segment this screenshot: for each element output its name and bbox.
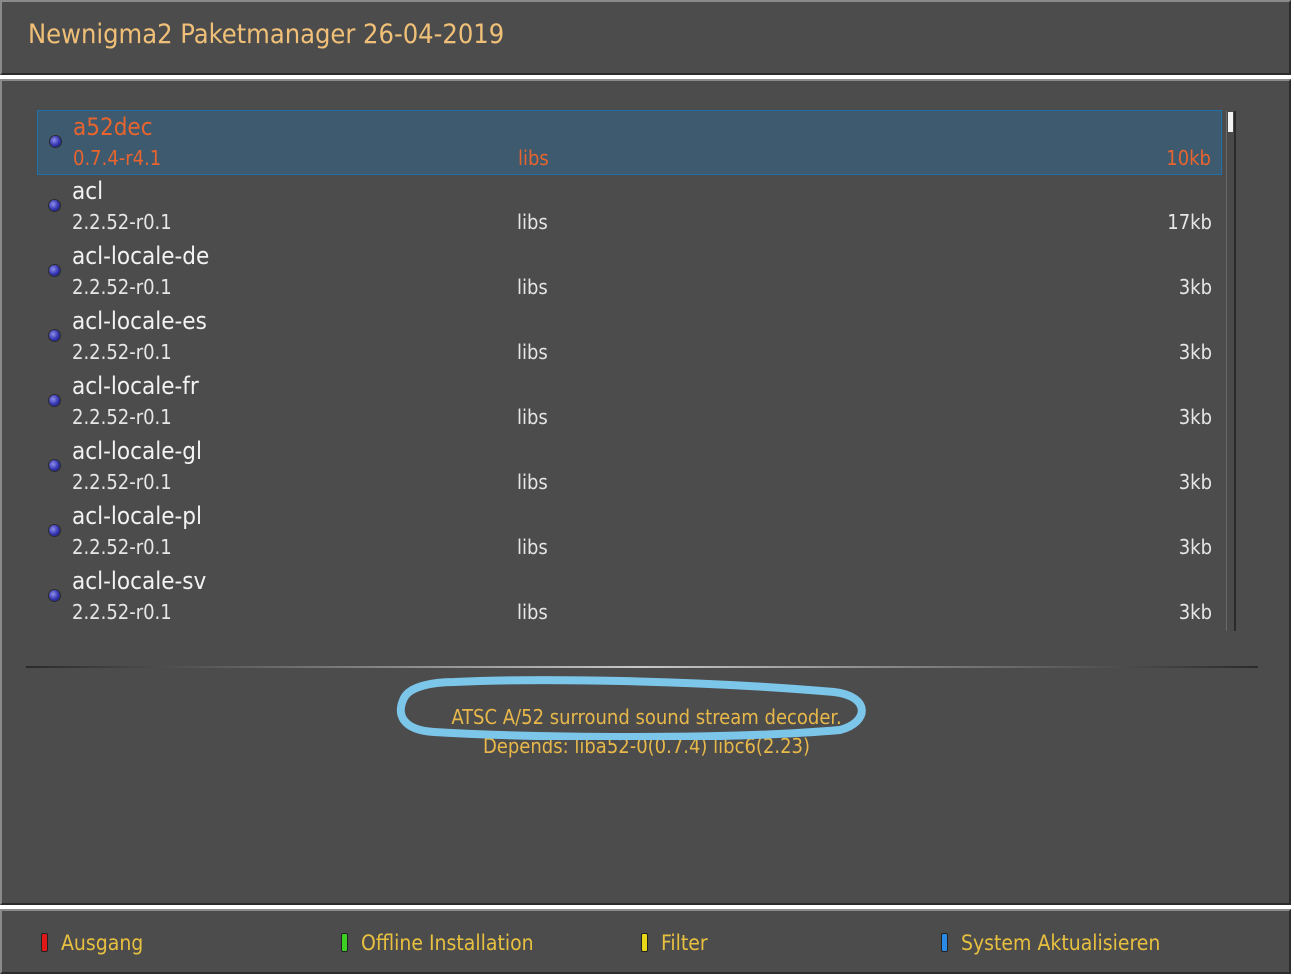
package-section: libs [517,535,548,559]
package-section: libs [517,340,548,364]
green-key-icon [341,933,348,952]
package-version: 0.7.4-r4.1 [73,146,162,170]
package-status-bullet-icon [49,265,60,276]
package-row[interactable]: acl-locale-gl 2.2.52-r0.1 libs 3kb [37,435,1222,500]
package-size: 3kb [1178,340,1212,364]
package-dependencies: Depends: liba52-0(0.7.4) libc6(2.23) [482,734,811,758]
package-name: acl-locale-fr [72,372,199,400]
package-size: 3kb [1178,535,1212,559]
package-size: 17kb [1167,210,1212,234]
package-row[interactable]: acl-locale-fr 2.2.52-r0.1 libs 3kb [37,370,1222,435]
package-list[interactable]: a52dec 0.7.4-r4.1 libs 10kb acl 2.2.52-r… [37,110,1222,630]
package-status-bullet-icon [49,590,60,601]
package-row[interactable]: acl-locale-es 2.2.52-r0.1 libs 3kb [37,305,1222,370]
package-section: libs [518,146,549,170]
yellow-key-icon [641,933,648,952]
package-status-bullet-icon [49,395,60,406]
package-section: libs [517,405,548,429]
package-status-bullet-icon [49,330,60,341]
package-size: 3kb [1178,275,1212,299]
package-status-bullet-icon [49,200,60,211]
package-version: 2.2.52-r0.1 [72,405,172,429]
package-section: libs [517,600,548,624]
package-version: 2.2.52-r0.1 [72,470,172,494]
exit-button-label: Ausgang [61,931,144,955]
window-title: Newnigma2 Paketmanager 26-04-2019 [28,19,505,50]
filter-button-label: Filter [661,931,708,955]
package-version: 2.2.52-r0.1 [72,275,172,299]
divider [26,666,1258,668]
list-scrollbar[interactable] [1226,111,1236,631]
main-panel: a52dec 0.7.4-r4.1 libs 10kb acl 2.2.52-r… [0,79,1291,905]
package-name: a52dec [73,113,153,141]
package-size: 10kb [1166,146,1211,170]
package-name: acl [72,177,104,205]
package-version: 2.2.52-r0.1 [72,600,172,624]
button-bar: Ausgang Offline Installation Filter Syst… [0,909,1291,974]
package-section: libs [517,470,548,494]
system-update-button-label: System Aktualisieren [961,931,1161,955]
package-name: acl-locale-sv [72,567,207,595]
package-name: acl-locale-es [72,307,207,335]
red-key-icon [41,933,48,952]
scrollbar-thumb[interactable] [1228,112,1233,132]
package-size: 3kb [1178,600,1212,624]
package-version: 2.2.52-r0.1 [72,340,172,364]
package-status-bullet-icon [49,460,60,471]
package-row[interactable]: acl-locale-de 2.2.52-r0.1 libs 3kb [37,240,1222,305]
package-name: acl-locale-pl [72,502,202,530]
package-row[interactable]: acl 2.2.52-r0.1 libs 17kb [37,175,1222,240]
title-bar: Newnigma2 Paketmanager 26-04-2019 [0,0,1291,75]
package-row[interactable]: acl-locale-sv 2.2.52-r0.1 libs 3kb [37,565,1222,630]
package-row[interactable]: a52dec 0.7.4-r4.1 libs 10kb [37,110,1222,175]
package-section: libs [517,210,548,234]
package-size: 3kb [1178,470,1212,494]
package-version: 2.2.52-r0.1 [72,535,172,559]
package-name: acl-locale-gl [72,437,202,465]
blue-key-icon [941,933,948,952]
package-row[interactable]: acl-locale-pl 2.2.52-r0.1 libs 3kb [37,500,1222,565]
package-version: 2.2.52-r0.1 [72,210,172,234]
package-section: libs [517,275,548,299]
offline-installation-button-label: Offline Installation [361,931,534,955]
package-status-bullet-icon [50,136,61,147]
package-status-bullet-icon [49,525,60,536]
package-description: ATSC A/52 surround sound stream decoder. [451,705,842,729]
package-size: 3kb [1178,405,1212,429]
package-name: acl-locale-de [72,242,210,270]
